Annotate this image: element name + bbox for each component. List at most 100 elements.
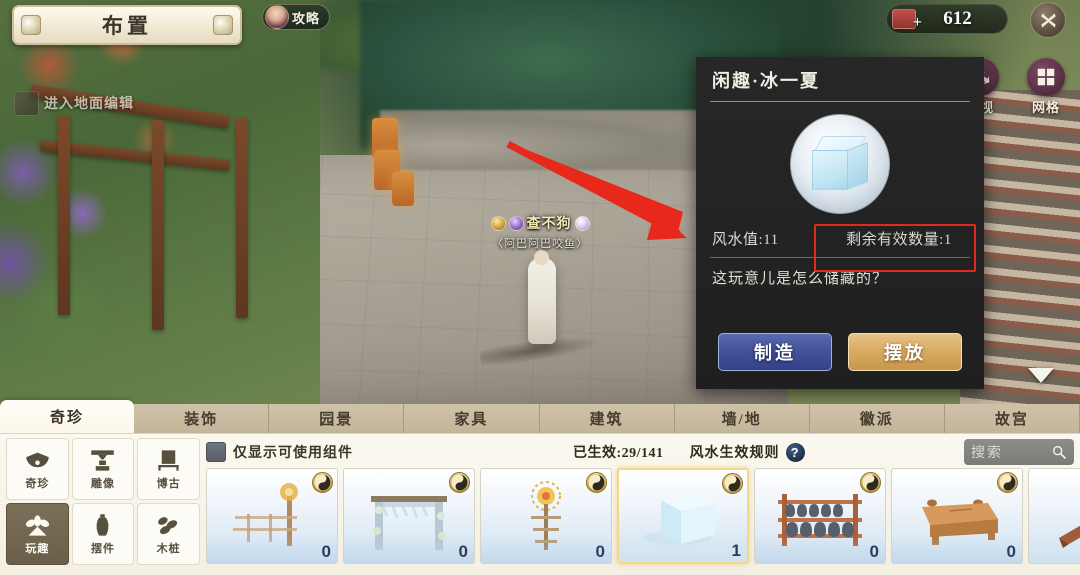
tab-huipai[interactable]: 徽派 <box>809 404 945 433</box>
view-tool-grid[interactable]: 网格 <box>1020 58 1072 116</box>
item-tile-bell-rack[interactable]: 0 <box>754 468 886 564</box>
enter-ground-edit-label: 进入地面编辑 <box>44 97 134 112</box>
yinyang-icon <box>586 472 607 493</box>
tab-yuanjing[interactable]: 园景 <box>269 404 405 433</box>
tab-qizhen[interactable]: 奇珍 <box>0 400 135 433</box>
make-button[interactable]: 制造 <box>718 333 832 371</box>
tab-label: 徽派 <box>859 412 894 428</box>
guide-button[interactable]: 攻略 <box>262 4 331 30</box>
player-character-head <box>534 250 549 265</box>
subcategory-label: 雕像 <box>90 478 115 490</box>
subcategory-label: 博古 <box>156 478 181 490</box>
detail-icon-container <box>696 114 984 214</box>
wood-logs-icon <box>158 517 178 535</box>
tab-qiangdi[interactable]: 墙/地 <box>674 404 810 433</box>
question-mark-icon[interactable]: ? <box>785 442 805 462</box>
subcategory-label: 摆件 <box>90 543 115 555</box>
yinyang-icon <box>860 472 881 493</box>
place-button-label: 摆放 <box>884 343 926 363</box>
subcategory-label: 奇珍 <box>25 478 50 490</box>
toy-icon <box>25 515 49 536</box>
item-thumbnail <box>1029 469 1080 563</box>
active-counter: 已生效:29/141 <box>573 446 664 461</box>
player-character[interactable] <box>528 258 556 344</box>
pergola-post <box>236 118 248 318</box>
close-button[interactable] <box>1030 2 1066 38</box>
plate-knob-right-icon <box>213 15 233 35</box>
fengshui-rule-link[interactable]: 风水生效规则 ? <box>690 442 805 462</box>
currency-add-label: + <box>912 14 922 31</box>
tab-label: 装饰 <box>184 412 219 428</box>
statue-icon <box>91 450 115 471</box>
tab-label: 奇珍 <box>50 410 85 426</box>
fengshui-rule-label: 风水生效规则 <box>689 446 780 461</box>
tab-zhuangshi[interactable]: 装饰 <box>134 404 270 433</box>
tab-gugong[interactable]: 故宫 <box>944 404 1080 433</box>
ice-cube-front-face <box>812 150 848 190</box>
close-x-icon <box>1040 12 1056 28</box>
guide-button-label: 攻略 <box>292 10 321 26</box>
lantern <box>392 172 414 206</box>
yinyang-icon <box>997 472 1018 493</box>
tab-label: 建筑 <box>589 412 624 428</box>
yinyang-icon <box>449 472 470 493</box>
pergola-post <box>152 120 164 330</box>
tile-base-shade <box>892 537 1022 563</box>
category-tabs: 奇珍 装饰 园景 家具 建筑 墙/地 徽派 故宫 <box>0 400 1080 433</box>
item-tile-ice-cube[interactable]: 1 <box>617 468 749 564</box>
tab-label: 园景 <box>319 412 354 428</box>
tab-jiaju[interactable]: 家具 <box>404 404 540 433</box>
item-tile-pole-lamp[interactable]: 0 <box>480 468 612 564</box>
dock-body: 奇珍 雕像 博古 玩趣 摆件 木桩 仅显示可使用组件 已生效:29/141 风水… <box>0 433 1080 575</box>
item-tile-wooden-table[interactable]: 0 <box>891 468 1023 564</box>
folding-fan-icon <box>26 452 49 468</box>
currency-value: 612 <box>943 8 972 29</box>
subcategory-diaoxiang[interactable]: 雕像 <box>71 438 135 500</box>
subcategory-wanqu[interactable]: 玩趣 <box>6 503 69 565</box>
build-dock: 奇珍 装饰 园景 家具 建筑 墙/地 徽派 故宫 奇珍 雕像 博古 玩趣 摆件 … <box>0 400 1080 575</box>
place-button[interactable]: 摆放 <box>848 333 962 371</box>
subcategory-bogu[interactable]: 博古 <box>137 438 200 500</box>
detail-panel-title: 闲趣·冰一夏 <box>712 71 821 91</box>
vase-icon <box>97 514 109 536</box>
detail-action-buttons: 制造 摆放 <box>696 333 984 371</box>
item-count: 0 <box>595 542 605 561</box>
item-list[interactable]: 0 0 0 1 0 0 <box>206 468 1080 568</box>
item-tile-blueprint-locked[interactable]: 图纸 <box>1028 468 1080 564</box>
filter-usable-checkbox[interactable]: 仅显示可使用组件 <box>206 442 353 462</box>
enter-ground-edit-button[interactable]: 进入地面编辑 <box>14 90 134 116</box>
checkbox-box <box>206 442 226 462</box>
item-tile-torii-post[interactable]: 0 <box>206 468 338 564</box>
detail-description: 这玩意儿是怎么储藏的？ <box>712 271 889 287</box>
tile-base-shade <box>207 537 337 563</box>
view-tool-grid-label: 网格 <box>1031 100 1060 115</box>
ice-cube-shape <box>812 136 868 192</box>
currency-display[interactable]: + 612 <box>886 4 1008 34</box>
make-button-label: 制造 <box>754 343 796 363</box>
search-placeholder: 搜索 <box>971 446 1003 461</box>
subcategory-muzhuang[interactable]: 木桩 <box>137 503 200 565</box>
subcategory-baijian[interactable]: 摆件 <box>71 503 135 565</box>
tile-base-shade <box>481 537 611 563</box>
item-count: 0 <box>1006 542 1016 561</box>
scene-rocks <box>380 110 720 170</box>
game-screen: 查不狗 〈阿巴阿巴咬鱼〉 布置 攻略 进入地面编辑 + 612 网格 闲趣·冰一… <box>0 0 1080 575</box>
yinyang-icon <box>722 473 743 494</box>
tab-jianzhu[interactable]: 建筑 <box>539 404 675 433</box>
tab-label: 家具 <box>454 412 489 428</box>
ground-edit-icon <box>14 90 39 116</box>
item-tile-flower-arch[interactable]: 0 <box>343 468 475 564</box>
grid-icon <box>1027 58 1065 96</box>
search-input[interactable]: 搜索 <box>964 439 1074 465</box>
subcategory-qizhen[interactable]: 奇珍 <box>6 438 69 500</box>
item-count: 0 <box>458 542 468 561</box>
yinyang-icon <box>312 472 333 493</box>
tile-base-shade <box>344 537 474 563</box>
collapse-down-triangle-icon[interactable] <box>1028 368 1054 383</box>
tab-label: 故宫 <box>994 412 1029 428</box>
tab-label: 墙/地 <box>721 412 762 428</box>
item-count: 0 <box>869 542 879 561</box>
filter-usable-label: 仅显示可使用组件 <box>233 446 353 461</box>
detail-panel-divider <box>710 101 970 102</box>
subcategory-grid: 奇珍 雕像 博古 玩趣 摆件 木桩 <box>6 438 200 565</box>
